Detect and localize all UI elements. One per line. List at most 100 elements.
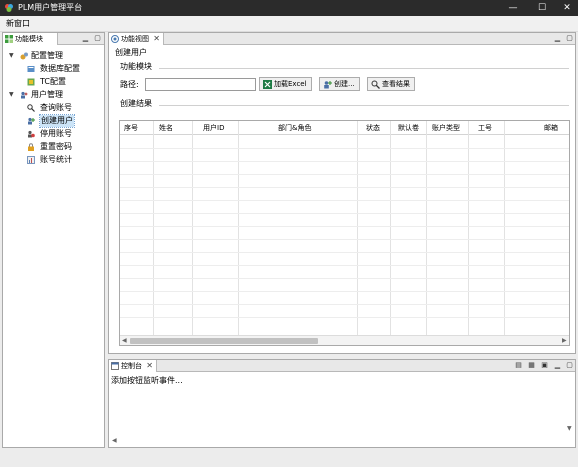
panel-header: 功能视图 ✕ ▁ ▢: [109, 33, 575, 45]
result-table[interactable]: 序号 姓名 用户ID 部门&角色 状态 默认卷 账户类型 工号 邮箱 ◀ ▶: [119, 120, 570, 346]
section-function-module: 功能模块: [120, 62, 152, 71]
panel-header: 功能模块 ▁ ▢: [3, 33, 104, 45]
row-divider: [120, 239, 569, 240]
view-title: 创建用户: [115, 48, 147, 57]
button-label: 加载Excel: [274, 80, 307, 88]
minimize-button[interactable]: —: [498, 0, 528, 16]
column-header[interactable]: 部门&角色: [278, 121, 311, 135]
row-divider: [120, 213, 569, 214]
column-divider: [357, 121, 358, 335]
horizontal-scrollbar[interactable]: ◀ ▶: [120, 335, 569, 345]
tree-label: 账号统计: [40, 155, 72, 164]
create-button[interactable]: 创建...: [319, 77, 360, 91]
row-divider: [120, 226, 569, 227]
lock-icon: [28, 143, 34, 151]
button-label: 创建...: [334, 80, 355, 88]
users-icon: [21, 91, 28, 99]
maximize-panel-button[interactable]: ▢: [565, 34, 574, 43]
column-header[interactable]: 用户ID: [203, 121, 224, 135]
menu-new-window[interactable]: 新窗口: [6, 19, 30, 29]
console-clear-icon[interactable]: ▤: [514, 361, 523, 370]
column-header[interactable]: 默认卷: [398, 121, 419, 135]
column-header[interactable]: 账户类型: [432, 121, 460, 135]
module-tab-icon: [5, 35, 13, 43]
button-label: 查看结果: [382, 80, 410, 88]
path-label: 路径:: [120, 80, 139, 89]
column-divider: [426, 121, 427, 335]
app-logo-icon: [5, 4, 13, 12]
database-icon: [27, 66, 35, 72]
minimize-panel-button[interactable]: ▁: [81, 34, 90, 43]
tab-function-view[interactable]: 功能视图 ✕: [109, 33, 164, 45]
tab-label: 功能视图: [121, 35, 149, 43]
section-create-result: 创建结果: [120, 99, 152, 108]
close-tab-icon[interactable]: ✕: [153, 33, 160, 45]
gears-icon: [20, 52, 28, 60]
tab-console[interactable]: 控制台 ✕: [109, 360, 157, 372]
path-input[interactable]: [145, 78, 256, 91]
scroll-right-icon[interactable]: ▶: [562, 336, 567, 345]
row-divider: [120, 200, 569, 201]
console-pin-icon[interactable]: ▦: [527, 361, 536, 370]
table-header: 序号 姓名 用户ID 部门&角色 状态 默认卷 账户类型 工号 邮箱: [120, 121, 569, 135]
add-user-icon: [324, 81, 332, 89]
column-header[interactable]: 工号: [478, 121, 492, 135]
excel-icon: [263, 80, 272, 89]
tab-label: 控制台: [121, 362, 142, 370]
load-excel-button[interactable]: 加载Excel: [259, 77, 312, 91]
column-divider: [153, 121, 154, 335]
section-divider: [159, 105, 569, 106]
row-divider: [120, 174, 569, 175]
chevron-down-icon[interactable]: ▼: [9, 50, 17, 62]
maximize-panel-button[interactable]: ▢: [565, 361, 574, 370]
menu-bar: 新窗口: [0, 16, 578, 32]
minimize-panel-button[interactable]: ▁: [553, 361, 562, 370]
search-icon: [371, 80, 380, 89]
tree-label: 查询账号: [40, 103, 72, 112]
maximize-panel-button[interactable]: ▢: [93, 34, 102, 43]
tree-label: 创建用户: [39, 114, 75, 128]
close-window-button[interactable]: ✕: [552, 0, 578, 16]
row-divider: [120, 187, 569, 188]
tree-label: 数据库配置: [40, 64, 80, 73]
tree-label: 停用账号: [40, 129, 72, 138]
add-user-icon: [28, 117, 35, 125]
row-divider: [120, 252, 569, 253]
row-divider: [120, 161, 569, 162]
column-divider: [192, 121, 193, 335]
tree-label: 用户管理: [31, 90, 63, 99]
tc-config-icon: [27, 78, 35, 86]
function-view-panel: 功能视图 ✕ ▁ ▢ 创建用户 功能模块 路径: 加载Excel 创建... 查…: [108, 32, 576, 354]
column-header[interactable]: 状态: [366, 121, 380, 135]
scroll-left-icon[interactable]: ◀: [112, 436, 117, 446]
tree-label: TC配置: [40, 77, 67, 86]
column-header[interactable]: 序号: [124, 121, 138, 135]
close-tab-icon[interactable]: ✕: [146, 360, 153, 372]
view-tab-icon: [111, 35, 119, 43]
row-divider: [120, 265, 569, 266]
title-bar: PLM用户管理平台 — ☐ ✕: [0, 0, 578, 16]
row-divider: [120, 317, 569, 318]
disable-user-icon: [28, 130, 35, 138]
column-header[interactable]: 邮箱: [544, 121, 558, 135]
column-header[interactable]: 姓名: [159, 121, 173, 135]
minimize-panel-button[interactable]: ▁: [553, 34, 562, 43]
console-output: 添加按钮监听事件...: [111, 376, 183, 385]
row-divider: [120, 291, 569, 292]
chevron-down-icon[interactable]: ▼: [9, 89, 17, 101]
section-divider: [159, 68, 569, 69]
tree-label: 重置密码: [40, 142, 72, 151]
column-divider: [390, 121, 391, 335]
row-divider: [120, 278, 569, 279]
console-display-icon[interactable]: ▣: [540, 361, 549, 370]
scroll-left-icon[interactable]: ◀: [122, 336, 127, 345]
window-title: PLM用户管理平台: [18, 3, 83, 12]
row-divider: [120, 304, 569, 305]
scroll-down-icon[interactable]: ▼: [567, 424, 572, 434]
console-icon: [111, 362, 119, 370]
tab-label: 功能模块: [15, 35, 43, 43]
tab-function-module[interactable]: 功能模块: [3, 33, 58, 45]
view-result-button[interactable]: 查看结果: [367, 77, 415, 91]
scrollbar-thumb[interactable]: [130, 338, 318, 344]
tree-label: 配置管理: [31, 51, 63, 60]
